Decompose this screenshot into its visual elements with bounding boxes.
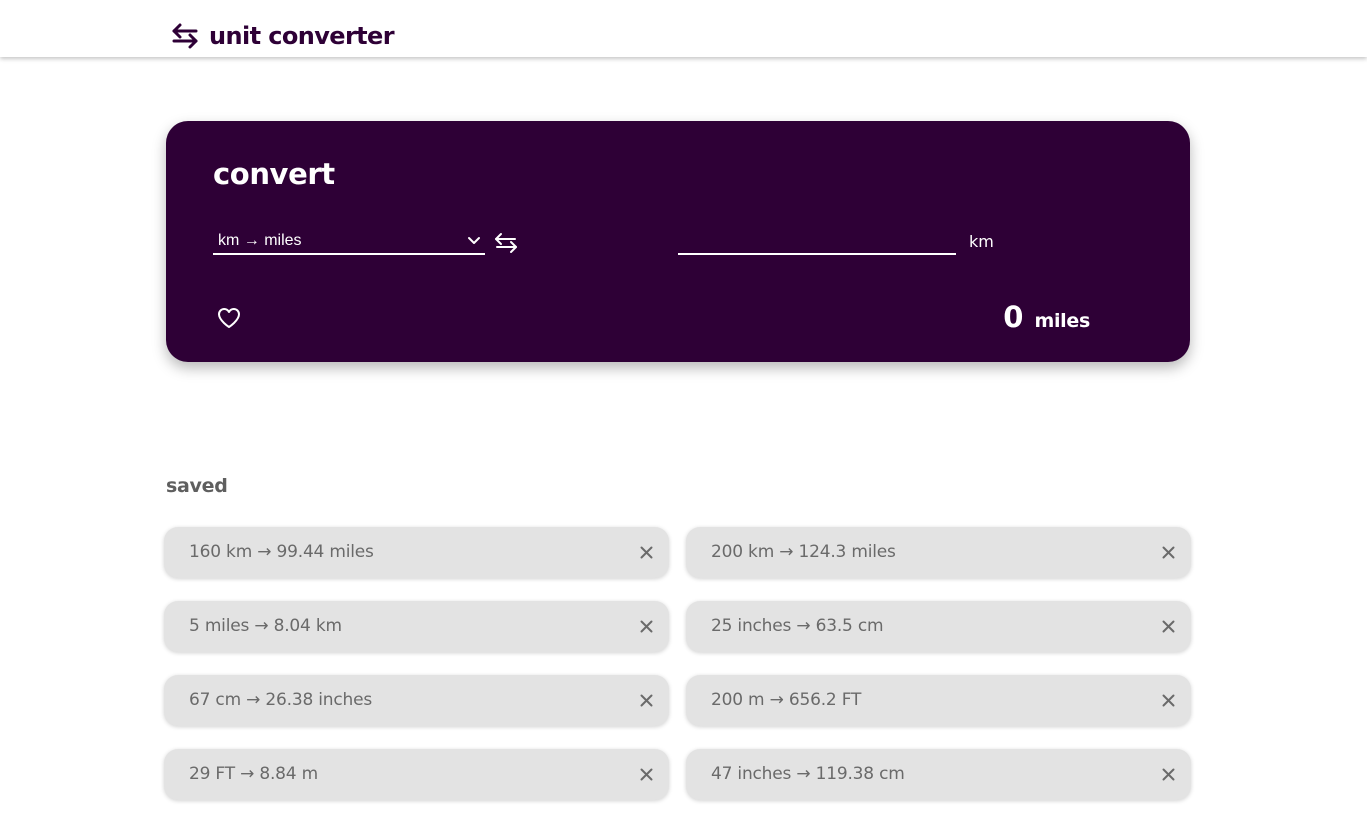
value-input[interactable] bbox=[678, 229, 956, 255]
remove-saved-button[interactable] bbox=[1161, 767, 1176, 782]
close-icon bbox=[640, 694, 653, 707]
swap-arrows-icon bbox=[495, 233, 517, 253]
input-unit-label: km bbox=[969, 232, 994, 251]
app-title: unit converter bbox=[209, 22, 395, 50]
result-unit: miles bbox=[1034, 310, 1090, 332]
saved-item-label: 47 inches → 119.38 cm bbox=[711, 764, 905, 784]
swap-arrows-icon bbox=[172, 23, 198, 49]
saved-item-label: 200 m → 656.2 FT bbox=[711, 690, 862, 710]
saved-item-label: 160 km → 99.44 miles bbox=[189, 542, 374, 562]
swap-units-button[interactable] bbox=[494, 232, 518, 254]
close-icon bbox=[640, 620, 653, 633]
saved-item-label: 25 inches → 63.5 cm bbox=[711, 616, 884, 636]
saved-item: 5 miles → 8.04 km bbox=[164, 601, 669, 652]
saved-item-label: 67 cm → 26.38 inches bbox=[189, 690, 373, 710]
unit-pair-select[interactable]: km → miles bbox=[213, 229, 485, 255]
unit-pair-selected: km → miles bbox=[218, 232, 302, 249]
saved-item: 29 FT → 8.84 m bbox=[164, 749, 669, 800]
saved-heading: saved bbox=[166, 475, 228, 497]
remove-saved-button[interactable] bbox=[1161, 545, 1176, 560]
conversion-result: 0 miles bbox=[1003, 297, 1090, 337]
remove-saved-button[interactable] bbox=[639, 767, 654, 782]
saved-item: 67 cm → 26.38 inches bbox=[164, 675, 669, 726]
remove-saved-button[interactable] bbox=[639, 545, 654, 560]
close-icon bbox=[640, 768, 653, 781]
converter-card: convert km → miles km 0 miles bbox=[166, 121, 1190, 362]
saved-item: 25 inches → 63.5 cm bbox=[686, 601, 1191, 652]
close-icon bbox=[1162, 768, 1175, 781]
saved-item-label: 5 miles → 8.04 km bbox=[189, 616, 342, 636]
close-icon bbox=[1162, 694, 1175, 707]
chevron-down-icon bbox=[468, 237, 480, 244]
saved-item-label: 200 km → 124.3 miles bbox=[711, 542, 896, 562]
remove-saved-button[interactable] bbox=[639, 619, 654, 634]
saved-item: 200 m → 656.2 FT bbox=[686, 675, 1191, 726]
close-icon bbox=[1162, 546, 1175, 559]
close-icon bbox=[640, 546, 653, 559]
result-value: 0 bbox=[1003, 300, 1024, 334]
app-header: unit converter bbox=[0, 0, 1367, 57]
heart-outline-icon bbox=[218, 308, 240, 328]
app-logo[interactable]: unit converter bbox=[171, 20, 395, 52]
saved-item: 47 inches → 119.38 cm bbox=[686, 749, 1191, 800]
save-favorite-button[interactable] bbox=[216, 306, 242, 330]
remove-saved-button[interactable] bbox=[1161, 619, 1176, 634]
converter-heading: convert bbox=[213, 157, 335, 191]
saved-item-label: 29 FT → 8.84 m bbox=[189, 764, 318, 784]
remove-saved-button[interactable] bbox=[1161, 693, 1176, 708]
saved-item: 160 km → 99.44 miles bbox=[164, 527, 669, 578]
remove-saved-button[interactable] bbox=[639, 693, 654, 708]
close-icon bbox=[1162, 620, 1175, 633]
saved-item: 200 km → 124.3 miles bbox=[686, 527, 1191, 578]
